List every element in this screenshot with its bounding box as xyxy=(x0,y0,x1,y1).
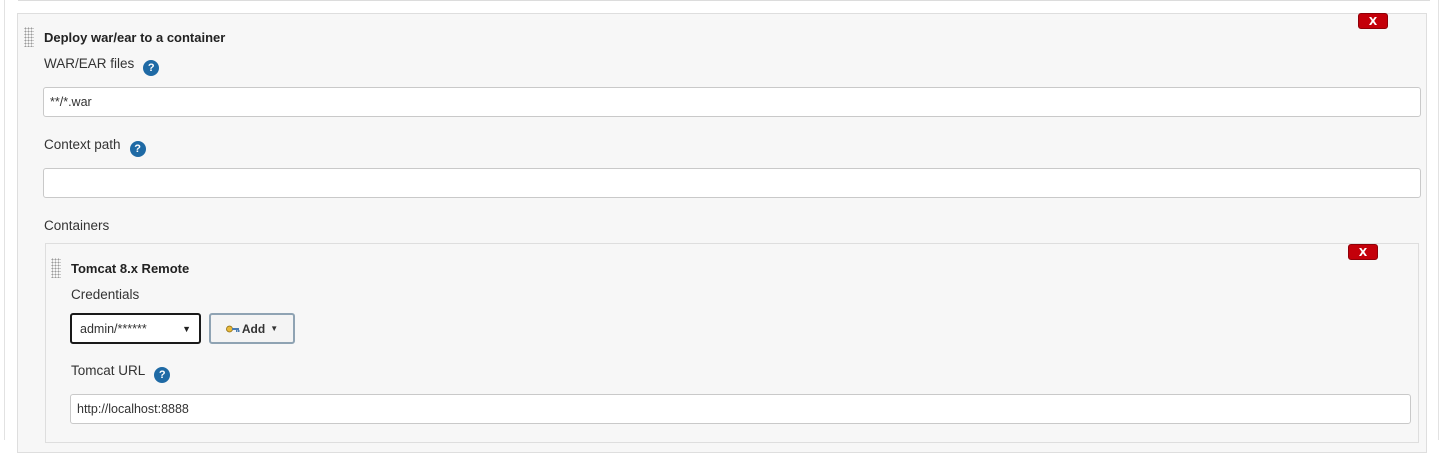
drag-handle-icon[interactable] xyxy=(24,27,34,47)
right-border xyxy=(1438,0,1439,440)
context-path-input[interactable] xyxy=(43,168,1421,198)
credentials-label: Credentials xyxy=(71,287,140,302)
credentials-select[interactable]: admin/****** ▼ xyxy=(70,313,201,344)
add-credentials-button[interactable]: Add ▼ xyxy=(209,313,295,344)
drag-handle-icon[interactable] xyxy=(51,258,61,278)
help-icon[interactable]: ? xyxy=(143,60,160,76)
help-icon[interactable]: ? xyxy=(129,141,146,157)
caret-down-icon: ▼ xyxy=(182,323,191,334)
context-path-label-row: Context path? xyxy=(44,137,146,157)
war-files-label-row: WAR/EAR files? xyxy=(44,56,160,76)
caret-down-icon: ▼ xyxy=(270,324,279,333)
tomcat-url-input[interactable]: http://localhost:8888 xyxy=(70,394,1411,424)
top-divider xyxy=(18,0,1430,1)
delete-deploy-button[interactable]: X xyxy=(1358,13,1388,29)
add-credentials-label: Add xyxy=(241,321,266,336)
context-path-label: Context path xyxy=(44,137,121,152)
containers-label: Containers xyxy=(44,218,110,233)
key-icon xyxy=(225,324,240,334)
war-files-input[interactable]: **/*.war xyxy=(43,87,1421,117)
delete-container-button[interactable]: X xyxy=(1348,244,1378,260)
credentials-selected-value: admin/****** xyxy=(80,321,147,336)
war-files-label: WAR/EAR files xyxy=(44,56,135,71)
left-border xyxy=(4,0,5,440)
tomcat-url-label: Tomcat URL xyxy=(71,363,146,378)
container-title: Tomcat 8.x Remote xyxy=(71,261,190,276)
tomcat-url-label-row: Tomcat URL? xyxy=(71,363,171,383)
deploy-section-title: Deploy war/ear to a container xyxy=(44,30,226,45)
help-icon[interactable]: ? xyxy=(154,367,171,383)
